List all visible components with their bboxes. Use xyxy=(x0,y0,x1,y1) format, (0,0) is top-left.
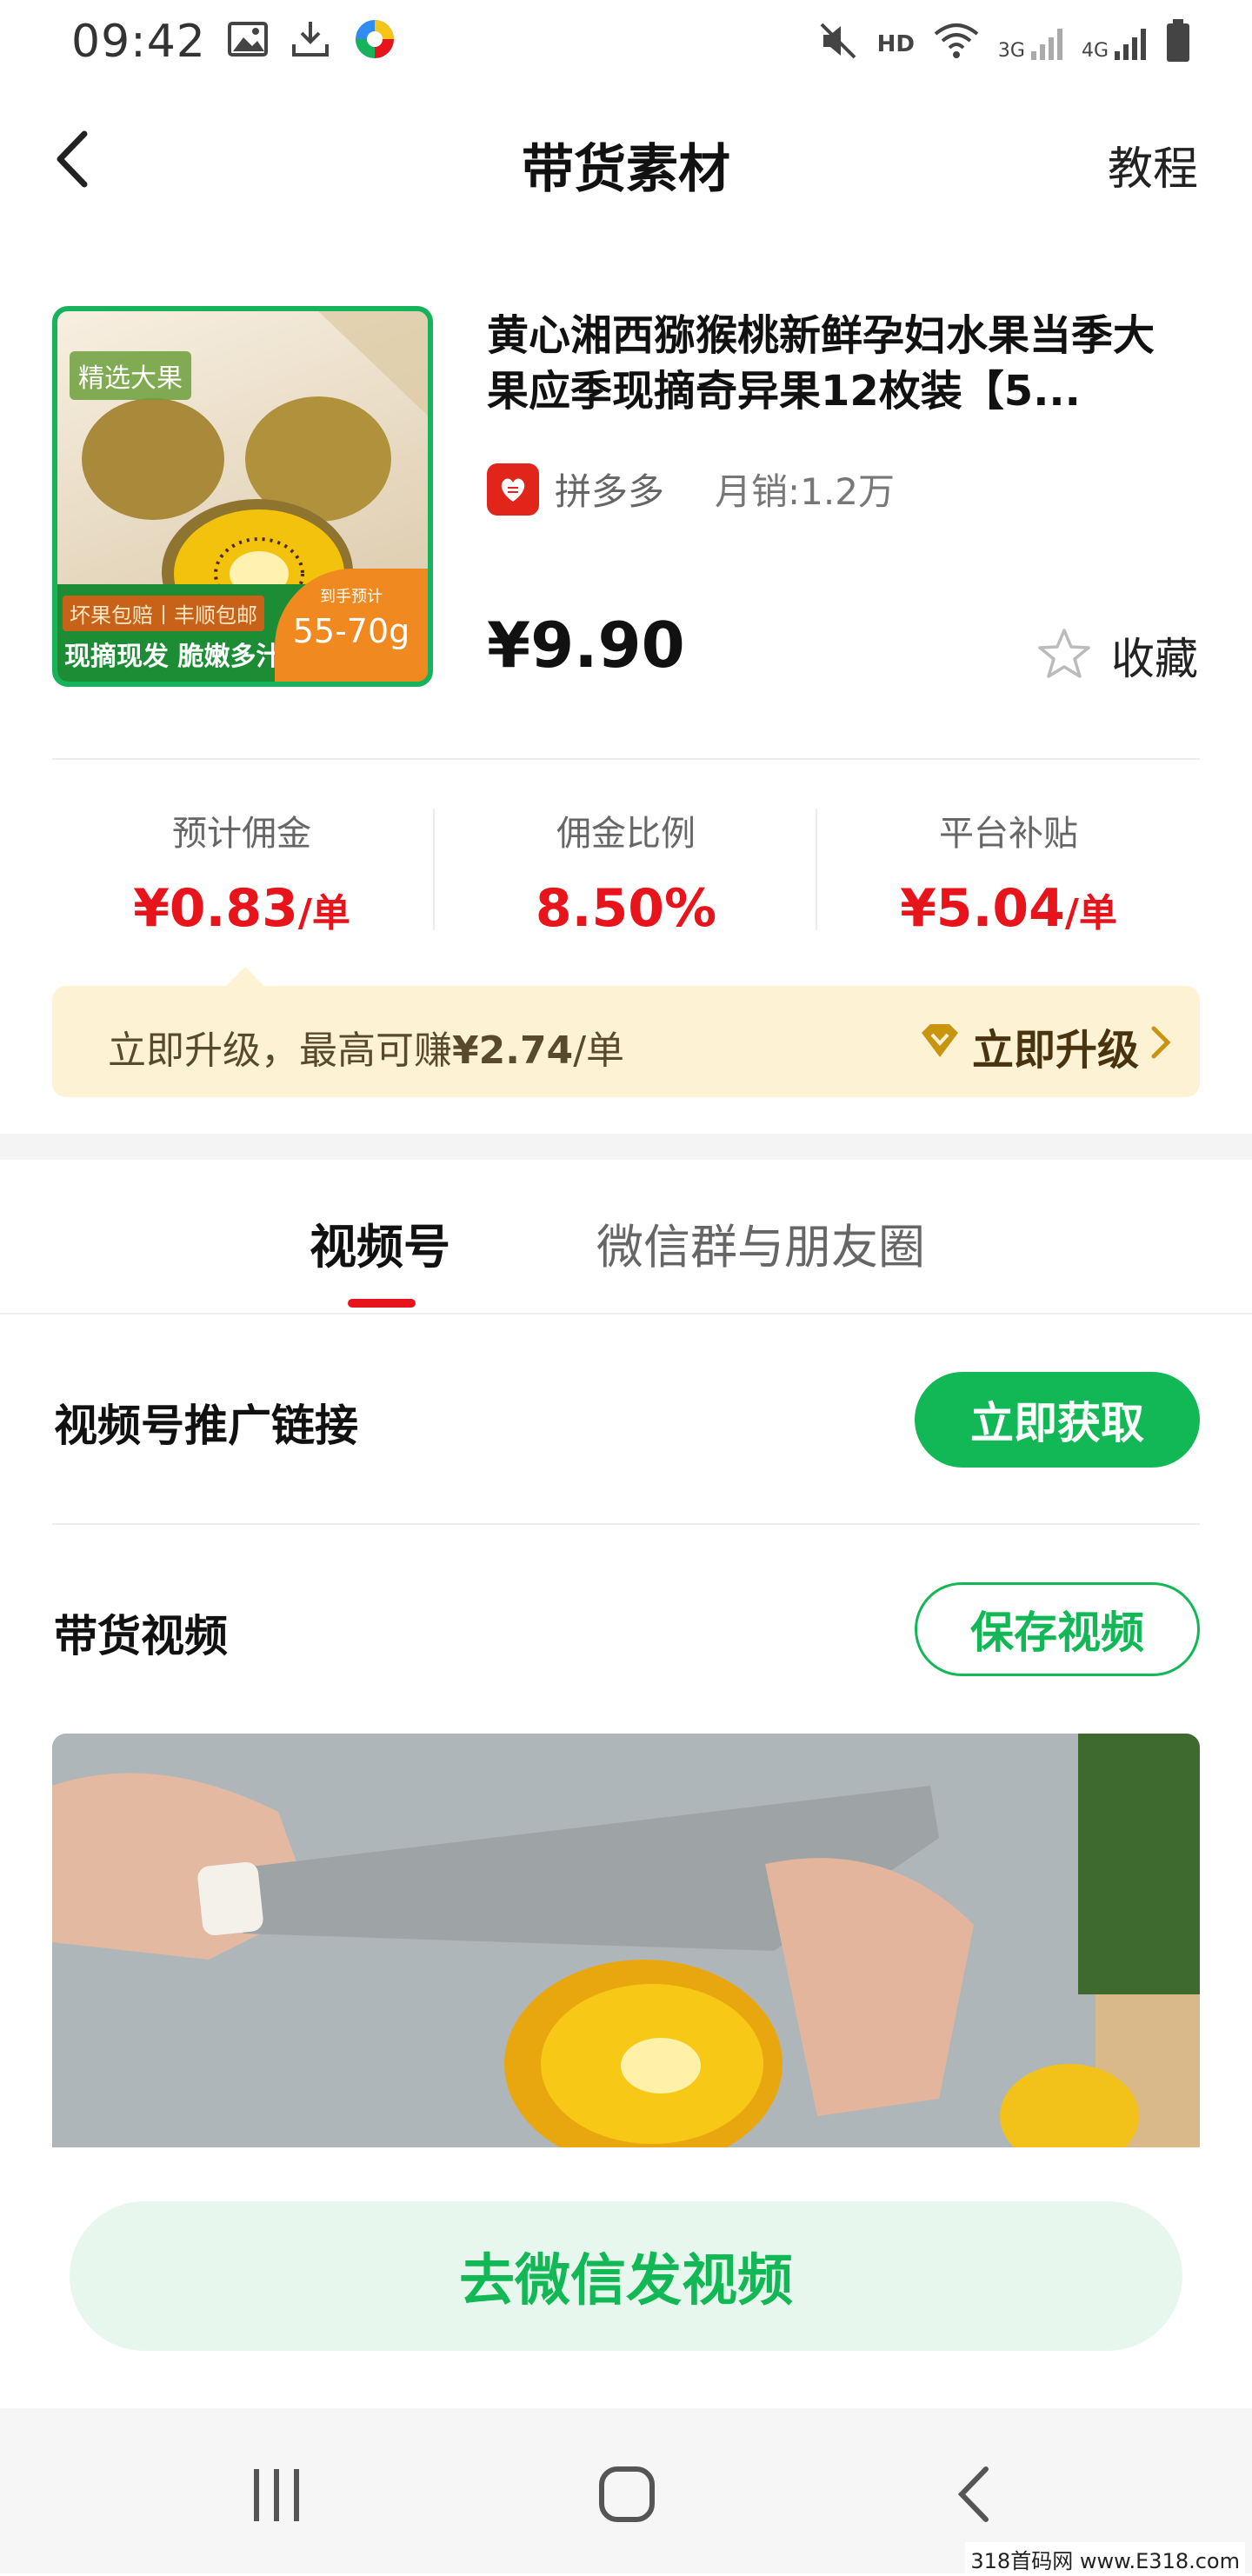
stat-amount: ¥5.04 xyxy=(900,878,1065,939)
upgrade-now-button[interactable]: 立即升级 xyxy=(918,1015,1172,1076)
page-title: 带货素材 xyxy=(522,139,730,200)
upgrade-text: 立即升级，最高可赚¥2.74/单 xyxy=(108,1019,624,1075)
home-button[interactable] xyxy=(598,2466,656,2526)
upgrade-prefix: 立即升级，最高可赚 xyxy=(108,1028,452,1073)
signal-3g-icon: 3G xyxy=(998,27,1064,62)
stat-amount: 8.50% xyxy=(535,878,717,939)
product-image[interactable]: 精选大果 坏果包赔丨丰顺包邮 现摘现发 脆嫩多汁 到手预计 55-70g xyxy=(52,306,433,687)
home-icon xyxy=(599,2466,655,2522)
image-icon xyxy=(228,22,268,60)
favorite-label: 收藏 xyxy=(1111,634,1198,684)
divider xyxy=(52,758,1200,760)
status-left-icons xyxy=(228,17,396,64)
status-time: 09:42 xyxy=(71,16,206,68)
upgrade-suffix: /单 xyxy=(573,1028,625,1073)
diamond-icon xyxy=(918,1021,962,1071)
product-price: ¥9.90 xyxy=(487,609,685,682)
status-right-icons: HD 3G 4G xyxy=(818,19,1191,69)
stat-commission-rate: 佣金比例 8.50% xyxy=(435,805,817,939)
stat-unit: /单 xyxy=(1064,891,1117,935)
promo-link-title: 视频号推广链接 xyxy=(54,1401,358,1451)
video-frame-illustration xyxy=(52,1734,1200,2147)
tab-wechat-groups-moments[interactable]: 微信群与朋友圈 xyxy=(596,1208,925,1277)
upgrade-amount: ¥2.74 xyxy=(452,1028,574,1073)
get-now-button[interactable]: 立即获取 xyxy=(915,1372,1200,1468)
upgrade-action-label: 立即升级 xyxy=(971,1026,1139,1075)
stat-estimated-commission: 预计佣金 ¥0.83/单 xyxy=(50,805,433,939)
product-image-strip-main: 现摘现发 脆嫩多汁 xyxy=(64,642,283,672)
net-4g-label: 4G xyxy=(1081,39,1109,62)
upgrade-banner-pointer xyxy=(226,967,264,986)
signal-4g-icon: 4G xyxy=(1082,27,1148,62)
stat-value: 8.50% xyxy=(435,878,817,939)
product-title[interactable]: 黄心湘西猕猴桃新鲜孕妇水果当季大果应季现摘奇异果12枚装【5... xyxy=(487,308,1182,419)
net-3g-label: 3G xyxy=(997,39,1025,62)
stat-label: 平台补贴 xyxy=(939,814,1078,854)
stat-label: 预计佣金 xyxy=(172,814,311,854)
stat-label: 佣金比例 xyxy=(556,814,696,854)
pinduoduo-logo-icon xyxy=(487,463,539,516)
recent-apps-icon xyxy=(254,2469,299,2521)
back-icon xyxy=(957,2466,989,2522)
divider xyxy=(52,1523,1200,1525)
shop-name: 拼多多 xyxy=(555,470,665,513)
product-image-strip-top: 坏果包赔丨丰顺包邮 xyxy=(63,596,264,631)
download-icon xyxy=(290,20,330,62)
favorite-button[interactable]: 收藏 xyxy=(1036,624,1198,687)
star-icon xyxy=(1036,627,1092,684)
active-tab-indicator xyxy=(348,1299,416,1308)
tab-video-channel[interactable]: 视频号 xyxy=(310,1208,450,1277)
mute-icon xyxy=(818,21,860,67)
post-video-on-wechat-button[interactable]: 去微信发视频 xyxy=(70,2201,1182,2351)
system-back-button[interactable] xyxy=(956,2466,991,2526)
weight-badge-caption: 到手预计 xyxy=(320,588,383,606)
product-weight-badge: 到手预计 55-70g xyxy=(275,569,428,682)
divider xyxy=(0,1313,1252,1315)
shop-row: 拼多多 月销:1.2万 xyxy=(487,463,895,516)
weight-badge-value: 55-70g xyxy=(292,612,410,650)
product-image-badge: 精选大果 xyxy=(70,351,191,400)
app-icon xyxy=(353,17,396,64)
monthly-sales: 月销:1.2万 xyxy=(715,470,895,513)
stat-value: ¥0.83/单 xyxy=(50,878,433,939)
stat-platform-subsidy: 平台补贴 ¥5.04/单 xyxy=(817,805,1200,939)
tutorial-link[interactable]: 教程 xyxy=(1108,132,1198,197)
save-video-button[interactable]: 保存视频 xyxy=(915,1582,1200,1676)
chevron-right-icon xyxy=(1149,1022,1172,1070)
watermark: 318首码网 www.E318.com xyxy=(965,2542,1245,2576)
stat-value: ¥5.04/单 xyxy=(817,878,1200,939)
stat-unit: /单 xyxy=(297,891,350,935)
wifi-icon xyxy=(932,22,981,66)
stat-amount: ¥0.83 xyxy=(133,878,298,939)
hd-icon: HD xyxy=(876,30,915,57)
promo-video-title: 带货视频 xyxy=(54,1611,228,1661)
battery-icon xyxy=(1165,19,1191,69)
video-preview[interactable] xyxy=(52,1734,1200,2147)
section-gap xyxy=(0,1134,1252,1160)
recent-apps-button[interactable] xyxy=(250,2467,303,2526)
